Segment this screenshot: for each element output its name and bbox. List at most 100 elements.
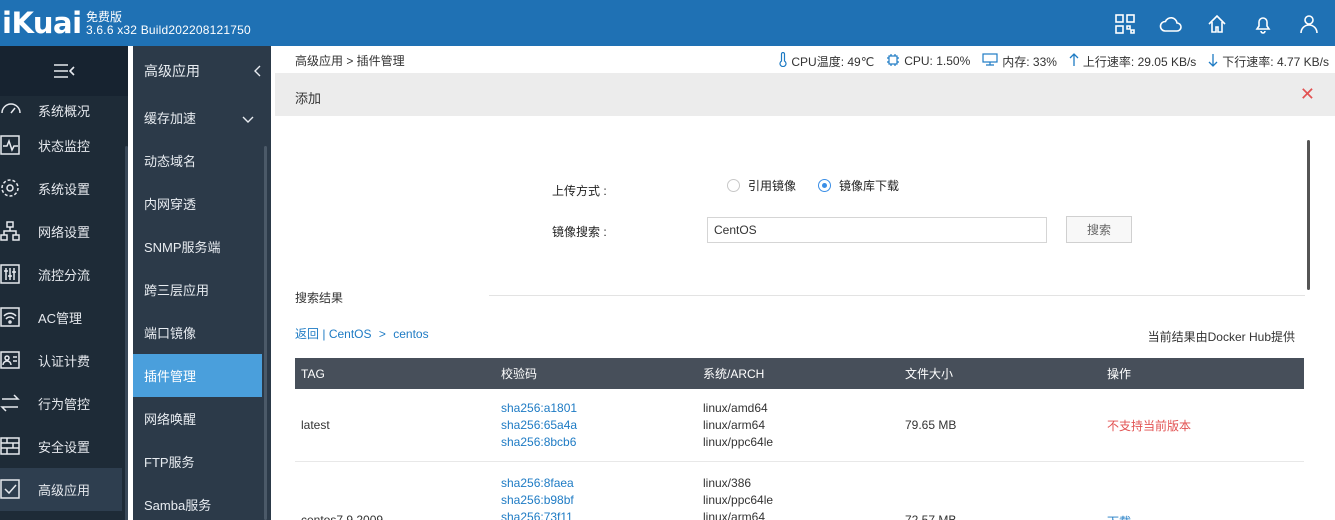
submenu-item-ftp[interactable]: FTP服务 <box>133 440 262 483</box>
panel-title: 添加 <box>295 91 322 106</box>
submenu-item-l3[interactable]: 跨三层应用 <box>133 268 262 311</box>
logo: iKuai <box>2 6 82 40</box>
arch-cell: linux/amd64 linux/arm64 linux/ppc64le <box>703 400 905 451</box>
home-icon[interactable] <box>1205 12 1229 36</box>
grid-icon[interactable] <box>1113 12 1137 36</box>
chip-icon <box>886 53 900 70</box>
submenu-item-plugins[interactable]: 插件管理 <box>133 354 262 397</box>
primary-sidebar: 系统概况 状态监控 系统设置 网络设置 流控分流 AC管理 认证计费 行为管控 … <box>0 46 128 520</box>
tag-cell: centos7.9.2009 <box>301 513 384 520</box>
sidebar-item-flow-control[interactable]: 流控分流 <box>0 253 128 296</box>
radio-label: 引用镜像 <box>748 179 797 193</box>
sidebar-item-label: 流控分流 <box>38 268 91 283</box>
wifi-icon <box>0 306 22 328</box>
cpu-temp-stat: CPU温度: 49℃ <box>779 51 875 70</box>
submenu-item-cache[interactable]: 缓存加速 <box>133 96 262 139</box>
radio-circle-selected[interactable] <box>818 179 832 192</box>
sidebar-item-ac[interactable]: AC管理 <box>0 296 128 339</box>
submenu-item-label: 插件管理 <box>144 369 197 384</box>
sidebar-item-system-settings[interactable]: 系统设置 <box>0 167 128 210</box>
sha-link[interactable]: sha256:8faea <box>501 475 703 492</box>
submenu-item-label: 端口镜像 <box>144 326 197 341</box>
sidebar-scrollbar[interactable] <box>125 146 128 520</box>
swap-icon <box>0 392 22 414</box>
radio-label: 镜像库下载 <box>839 179 900 193</box>
submenu-item-label: 缓存加速 <box>144 111 197 126</box>
chevron-down-icon <box>242 112 254 127</box>
memory-stat: 内存: 33% <box>982 52 1057 70</box>
search-button[interactable]: 搜索 <box>1066 216 1132 243</box>
sidebar-item-label: 高级应用 <box>38 483 91 498</box>
monitor-icon <box>0 134 22 156</box>
chevron-left-icon[interactable] <box>253 64 261 80</box>
submenu-item-label: FTP服务 <box>144 455 195 470</box>
arch-value: linux/ppc64le <box>703 493 774 507</box>
sidebar-item-advanced[interactable]: 高级应用 <box>0 468 122 511</box>
submenu-item-label: 网络唤醒 <box>144 412 197 427</box>
cloud-icon[interactable] <box>1159 12 1183 36</box>
submenu-item-nat-traversal[interactable]: 内网穿透 <box>133 182 262 225</box>
sidebar-item-network[interactable]: 网络设置 <box>0 210 128 253</box>
sha-link[interactable]: sha256:65a4a <box>501 417 703 434</box>
check-box-icon <box>0 478 22 500</box>
cpu-temp-value: CPU温度: 49℃ <box>791 54 875 69</box>
submenu-item-snmp[interactable]: SNMP服务端 <box>133 225 262 268</box>
memory-icon <box>982 53 998 69</box>
unsupported-label: 不支持当前版本 <box>1107 418 1192 433</box>
sidebar-item-security[interactable]: 安全设置 <box>0 425 128 468</box>
close-icon[interactable]: ✕ <box>1300 84 1315 105</box>
size-cell: 79.65 MB <box>905 418 957 432</box>
divider <box>489 295 1305 296</box>
sidebar-item-label: 系统概况 <box>38 103 91 119</box>
sidebar-item-overview[interactable]: 系统概况 <box>0 96 128 124</box>
version-label: 3.6.6 x32 Build202208121750 <box>86 23 251 37</box>
id-card-icon <box>0 349 22 371</box>
table-row: latest sha256:a1801 sha256:65a4a sha256:… <box>295 389 1304 462</box>
sidebar-item-auth[interactable]: 认证计费 <box>0 339 128 382</box>
thermometer-icon <box>779 51 787 70</box>
col-header-arch: 系统/ARCH <box>703 367 765 381</box>
sidebar-item-label: 系统设置 <box>38 182 91 197</box>
breadcrumb-current[interactable]: centos <box>393 327 428 341</box>
submenu-item-label: 跨三层应用 <box>144 283 210 298</box>
download-stat: 下行速率: 4.77 KB/s <box>1208 52 1329 70</box>
provider-note: 当前结果由Docker Hub提供 <box>1147 330 1295 344</box>
image-search-input[interactable] <box>707 217 1047 243</box>
arrow-up-icon <box>1069 52 1079 70</box>
tag-cell: latest <box>301 418 330 432</box>
submenu-item-label: Samba服务 <box>144 498 212 513</box>
bell-icon[interactable] <box>1251 12 1275 36</box>
secondary-sidebar-title[interactable]: 高级应用 <box>133 46 271 96</box>
back-link[interactable]: 返回 <box>295 327 319 341</box>
content-scrollbar[interactable] <box>1307 140 1310 290</box>
status-bar: 高级应用 > 插件管理 CPU温度: 49℃ CPU: 1.50% 内存: 33… <box>275 46 1335 73</box>
arch-value: linux/arm64 <box>703 510 766 520</box>
submenu-item-samba[interactable]: Samba服务 <box>133 483 262 520</box>
user-icon[interactable] <box>1297 12 1321 36</box>
secondary-sidebar: 高级应用 缓存加速 动态域名 内网穿透 SNMP服务端 跨三层应用 端口镜像 插… <box>133 46 271 520</box>
sha-link[interactable]: sha256:8bcb6 <box>501 434 703 451</box>
size-cell: 72.57 MB <box>905 513 957 520</box>
download-link[interactable]: 下载 <box>1107 475 1304 520</box>
submenu-item-port-mirror[interactable]: 端口镜像 <box>133 311 262 354</box>
radio-reference-image[interactable]: 引用镜像 <box>727 177 796 194</box>
sha-link[interactable]: sha256:b98bf <box>501 492 703 509</box>
sha-link[interactable]: sha256:a1801 <box>501 400 703 417</box>
col-header-checksum: 校验码 <box>501 367 538 381</box>
submenu-item-wol[interactable]: 网络唤醒 <box>133 397 262 440</box>
arch-value: linux/arm64 <box>703 417 766 432</box>
submenu-scrollbar[interactable] <box>264 146 267 520</box>
sha-link[interactable]: sha256:73f11 <box>501 509 703 520</box>
sidebar-item-label: 状态监控 <box>38 139 91 154</box>
breadcrumb: 高级应用 > 插件管理 <box>295 54 405 68</box>
upload-method-label: 上传方式 : <box>552 184 607 198</box>
radio-registry-download[interactable]: 镜像库下载 <box>818 177 899 194</box>
firewall-icon <box>0 435 22 457</box>
sidebar-item-monitor[interactable]: 状态监控 <box>0 124 128 167</box>
upload-value: 上行速率: 29.05 KB/s <box>1082 54 1197 69</box>
radio-circle[interactable] <box>727 179 740 192</box>
submenu-item-ddns[interactable]: 动态域名 <box>133 139 262 182</box>
sidebar-item-behavior[interactable]: 行为管控 <box>0 382 128 425</box>
menu-toggle-icon[interactable] <box>0 46 128 96</box>
breadcrumb-centos-link[interactable]: CentOS <box>329 327 372 341</box>
